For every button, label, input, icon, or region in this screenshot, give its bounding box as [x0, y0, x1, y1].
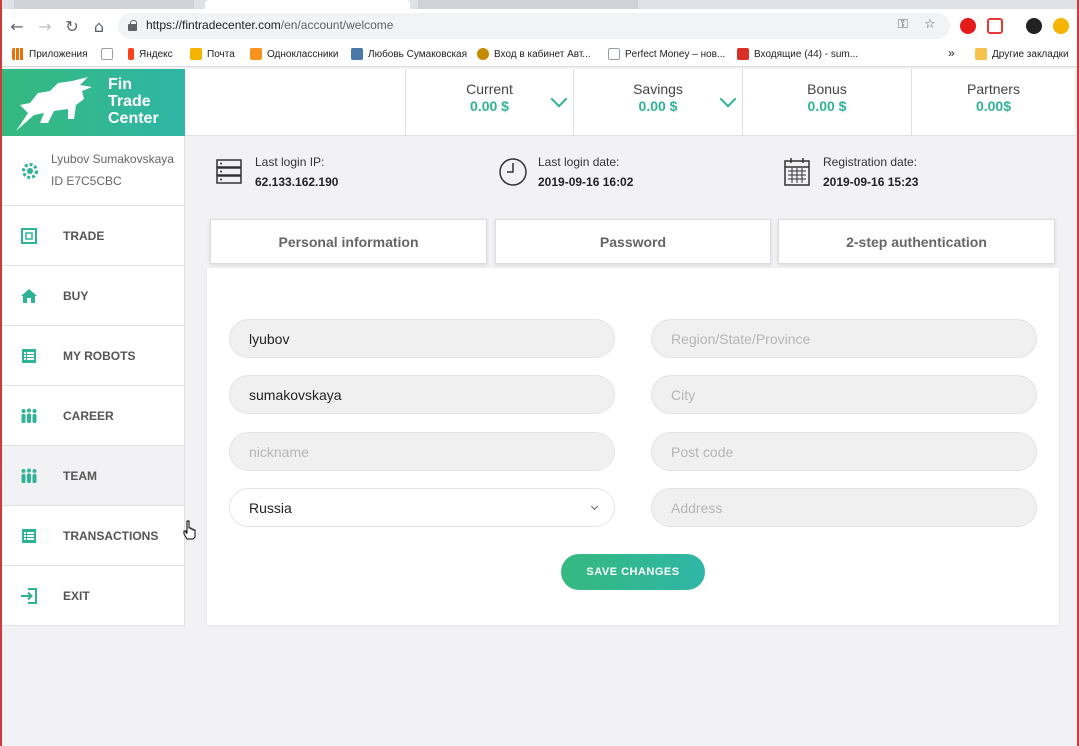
other-bookmarks[interactable]: Другие закладки: [975, 48, 1069, 60]
people-icon: [21, 408, 37, 423]
list-icon: [22, 349, 36, 363]
mail-icon: [190, 48, 202, 60]
balance-bonus: Bonus 0.00 $: [742, 69, 911, 136]
opera-extension-icon[interactable]: [960, 18, 976, 34]
balance-savings[interactable]: Savings 0.00 $: [573, 69, 742, 136]
update-alert-icon[interactable]: [1053, 18, 1069, 34]
vk-icon: [351, 48, 363, 60]
registration-date: Registration date: 2019-09-16 15:23: [784, 155, 918, 189]
lock-icon: [128, 20, 137, 31]
sidebar-item-exit[interactable]: EXIT: [2, 566, 184, 626]
bookmarks-more-button[interactable]: »: [948, 46, 955, 60]
sidebar-item-team[interactable]: TEAM: [2, 446, 184, 506]
reload-icon[interactable]: ↻: [61, 15, 83, 37]
sidebar-item-buy[interactable]: BUY: [2, 266, 184, 326]
odnoklassniki-icon: [250, 48, 262, 60]
login-info-bar: Last login IP: 62.133.162.190 Last login…: [185, 137, 1075, 201]
home-icon: [21, 289, 37, 303]
gmail-icon: [737, 48, 749, 60]
trade-icon: [21, 228, 37, 244]
balance-partners: Partners 0.00$: [911, 69, 1075, 136]
exit-icon: [21, 588, 37, 604]
browser-tab-strip: [0, 0, 1079, 9]
browser-tab[interactable]: [418, 0, 638, 9]
post-code-field[interactable]: Post code: [651, 432, 1037, 471]
folder-icon: [975, 48, 987, 60]
bookmark-ok[interactable]: Одноклассники: [250, 48, 338, 60]
tab-2-step-authentication[interactable]: 2-step authentication: [778, 219, 1055, 264]
tab-personal-information[interactable]: Personal information: [210, 219, 487, 264]
nickname-field[interactable]: nickname: [229, 432, 615, 471]
bookmark-perfect-money[interactable]: Perfect Money – нов...: [608, 48, 725, 60]
browser-tab-active[interactable]: [205, 0, 410, 9]
bookmarks-bar: Приложения Яндекс Почта Одноклассники Лю…: [0, 43, 1079, 67]
forward-icon[interactable]: →: [34, 15, 56, 37]
cabinet-icon: [477, 48, 489, 60]
balance-bar: Current 0.00 $ Savings 0.00 $ Bonus 0.00…: [185, 69, 1075, 136]
last-login-date: Last login date: 2019-09-16 16:02: [499, 155, 633, 189]
sidebar: Lyubov Sumakovskaya ID E7C5CBC TRADE BUY…: [2, 136, 185, 626]
bull-logo-icon: [16, 77, 92, 131]
key-icon[interactable]: ⚿: [898, 17, 908, 32]
browser-tab[interactable]: [14, 0, 194, 9]
region-field[interactable]: Region/State/Province: [651, 319, 1037, 358]
home-page-icon[interactable]: ⌂: [88, 15, 110, 37]
sidebar-item-trade[interactable]: TRADE: [2, 206, 184, 266]
hand-cursor-icon: [183, 520, 196, 540]
yandex-icon: [128, 48, 134, 60]
list-icon: [22, 529, 36, 543]
bookmark-apps[interactable]: Приложения: [12, 48, 88, 60]
save-changes-button[interactable]: SAVE CHANGES: [561, 554, 705, 590]
browser-toolbar: ← → ↻ ⌂ https://fintradecenter.com/en/ac…: [0, 9, 1079, 43]
user-info: Lyubov Sumakovskaya ID E7C5CBC: [2, 136, 184, 206]
sidebar-item-transactions[interactable]: TRANSACTIONS: [2, 506, 184, 566]
people-icon: [21, 468, 37, 483]
apps-grid-icon: [12, 48, 24, 60]
bookmark-cabinet[interactable]: Вход в кабинет Авт...: [477, 48, 591, 60]
personal-info-form: lyubov sumakovskaya nickname Russia Regi…: [207, 268, 1059, 625]
last-name-field[interactable]: sumakovskaya: [229, 375, 615, 414]
extension-icon[interactable]: [987, 18, 1003, 34]
sidebar-item-career[interactable]: CAREER: [2, 386, 184, 446]
bookmark-page[interactable]: [101, 48, 113, 60]
tab-password[interactable]: Password: [495, 219, 771, 264]
address-url: https://fintradecenter.com/en/account/we…: [146, 18, 394, 32]
calendar-icon: [784, 158, 810, 186]
address-bar[interactable]: https://fintradecenter.com/en/account/we…: [118, 13, 950, 39]
server-icon: [216, 159, 242, 184]
country-select[interactable]: Russia: [229, 488, 615, 527]
last-login-ip: Last login IP: 62.133.162.190: [216, 155, 338, 189]
sidebar-item-my-robots[interactable]: MY ROBOTS: [2, 326, 184, 386]
clock-icon: [499, 158, 527, 186]
page-icon: [101, 48, 113, 60]
back-icon[interactable]: ←: [6, 15, 28, 37]
bookmark-yandex[interactable]: Яндекс: [128, 48, 173, 60]
first-name-field[interactable]: lyubov: [229, 319, 615, 358]
balance-current[interactable]: Current 0.00 $: [405, 69, 573, 136]
logo-text: Fin Trade Center: [108, 76, 159, 127]
chevron-down-icon: [590, 502, 599, 511]
star-icon[interactable]: ☆: [924, 17, 936, 32]
city-field[interactable]: City: [651, 375, 1037, 414]
page-icon: [608, 48, 620, 60]
bookmark-gmail[interactable]: Входящие (44) - sum...: [737, 48, 858, 60]
profile-avatar[interactable]: [1026, 18, 1042, 34]
site-logo[interactable]: Fin Trade Center: [2, 69, 185, 136]
bookmark-mail[interactable]: Почта: [190, 48, 235, 60]
gear-icon[interactable]: [20, 161, 40, 181]
user-name: Lyubov Sumakovskaya: [51, 152, 174, 166]
bookmark-vk[interactable]: Любовь Сумаковская: [351, 48, 467, 60]
user-id: ID E7C5CBC: [51, 174, 122, 188]
address-field[interactable]: Address: [651, 488, 1037, 527]
